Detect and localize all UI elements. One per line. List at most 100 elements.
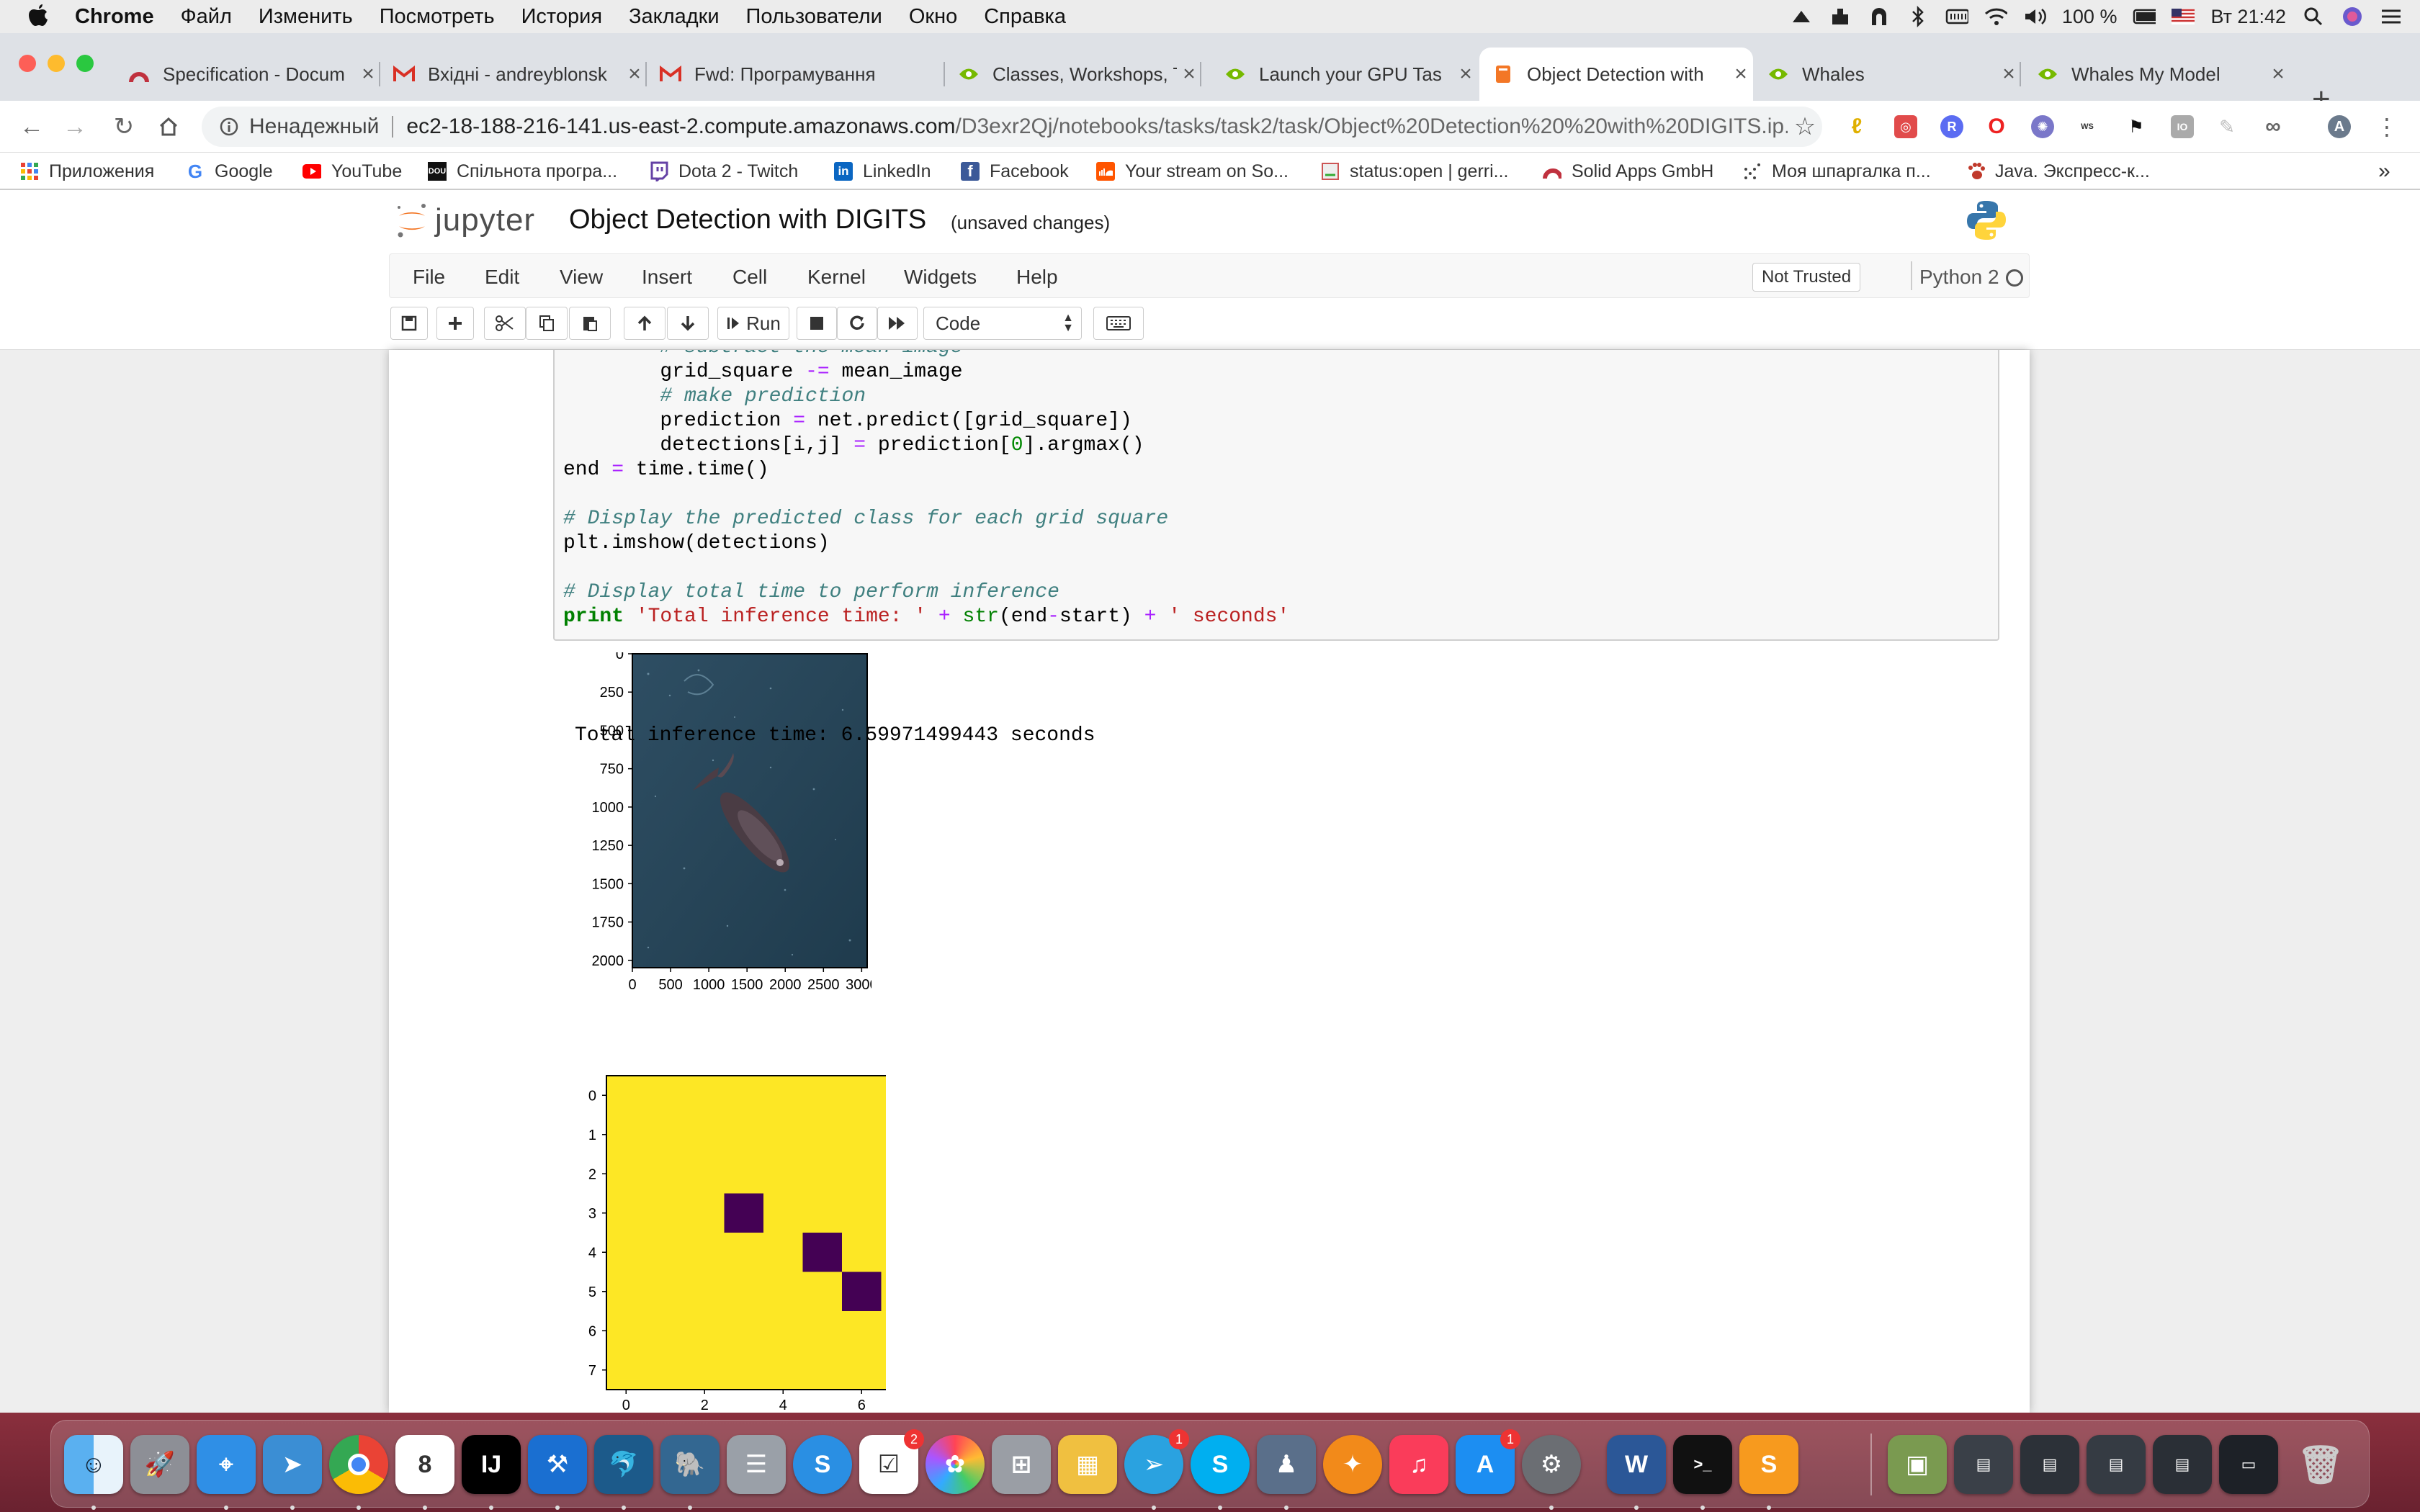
intellij-idea-icon[interactable]: IJ	[462, 1435, 521, 1494]
extension-lightning-icon[interactable]: ℓ	[1845, 114, 1868, 138]
kernel-name[interactable]: Python 2	[1919, 266, 1999, 289]
calendar-icon[interactable]: 8	[395, 1435, 454, 1494]
bookmark-soundcloud[interactable]: Your stream on So...	[1096, 160, 1289, 183]
finder-icon[interactable]: ☺	[64, 1435, 123, 1494]
extension-gray-icon[interactable]: IO	[2171, 115, 2194, 138]
url-text[interactable]: ec2-18-188-216-141.us-east-2.compute.ama…	[406, 114, 1788, 139]
tab-specification[interactable]: Specification - Docum ×	[115, 48, 380, 101]
keyboard-status-icon[interactable]	[1945, 6, 1968, 27]
tab-close-icon[interactable]: ×	[622, 62, 647, 86]
bookmark-java-express[interactable]: Java. Экспресс-к...	[1966, 160, 2150, 183]
tab-fwd-email[interactable]: Fwd: Програмування	[647, 48, 945, 101]
restart-run-all-icon[interactable]	[877, 307, 918, 340]
calculator-icon[interactable]: ⊞	[992, 1435, 1051, 1494]
jmenu-help[interactable]: Help	[1016, 266, 1058, 289]
not-trusted-button[interactable]: Not Trusted	[1752, 263, 1861, 292]
minimized-window-icon[interactable]: ▤	[2087, 1435, 2146, 1494]
creative-cloud-icon[interactable]	[1790, 6, 1813, 27]
us-flag-icon[interactable]	[2172, 6, 2195, 27]
tab-launch-gpu[interactable]: Launch your GPU Tas ×	[1211, 48, 1478, 101]
tab-classes-workshops[interactable]: Classes, Workshops, T ×	[945, 48, 1201, 101]
extension-checklist-icon[interactable]: ⚑	[2125, 115, 2148, 138]
jmenu-cell[interactable]: Cell	[732, 266, 767, 289]
jmenu-file[interactable]: File	[413, 266, 445, 289]
trash-icon[interactable]: 🗑	[2291, 1435, 2350, 1494]
automator-icon[interactable]: ♟	[1257, 1435, 1316, 1494]
menu-view[interactable]: Посмотреть	[380, 5, 495, 29]
save-icon[interactable]	[390, 307, 428, 340]
paste-icon[interactable]	[569, 307, 611, 340]
minimized-window-icon[interactable]: ▭	[2219, 1435, 2278, 1494]
move-down-arrow-icon[interactable]	[667, 307, 709, 340]
tab-close-icon[interactable]: ×	[1177, 62, 1201, 86]
microsoft-word-icon[interactable]: W	[1607, 1435, 1666, 1494]
tab-whales-my-model[interactable]: Whales My Model ×	[2024, 48, 2290, 101]
jmenu-edit[interactable]: Edit	[485, 266, 519, 289]
bookmark-google[interactable]: G Google	[186, 160, 273, 183]
bookmark-cheatsheet[interactable]: Моя шпаргалка п...	[1743, 160, 1931, 183]
extension-screenshot-icon[interactable]: ◎	[1894, 115, 1917, 138]
volume-icon[interactable]	[2023, 6, 2046, 27]
box-sync-icon[interactable]	[1829, 6, 1852, 27]
bookmark-solid-apps[interactable]: Solid Apps GmbH	[1543, 160, 1713, 183]
cut-icon[interactable]	[484, 307, 526, 340]
menu-file[interactable]: Файл	[181, 5, 232, 29]
preview-icon[interactable]: ▦	[1058, 1435, 1117, 1494]
database-icon[interactable]: ☰	[727, 1435, 786, 1494]
jmenu-kernel[interactable]: Kernel	[807, 266, 866, 289]
bookmark-twitch[interactable]: Dota 2 - Twitch	[650, 160, 798, 183]
terminal-icon[interactable]: >_	[1673, 1435, 1732, 1494]
menu-bookmarks[interactable]: Закладки	[629, 5, 720, 29]
itunes-icon[interactable]: ♫	[1389, 1435, 1448, 1494]
jmenu-view[interactable]: View	[560, 266, 603, 289]
extension-ws-client-icon[interactable]: WS	[2076, 115, 2099, 138]
battery-icon[interactable]	[2133, 6, 2156, 27]
restart-kernel-icon[interactable]	[837, 307, 877, 340]
tab-close-icon[interactable]: ×	[1996, 62, 2021, 86]
command-palette-keyboard-icon[interactable]	[1093, 307, 1144, 340]
extension-infinity-icon[interactable]: ∞	[2262, 114, 2285, 138]
minimized-window-icon[interactable]: ▤	[1954, 1435, 2013, 1494]
siri-icon[interactable]	[2341, 6, 2364, 27]
reload-icon[interactable]: ↻	[107, 109, 141, 144]
safari-icon[interactable]: ⌖	[197, 1435, 256, 1494]
jmenu-widgets[interactable]: Widgets	[904, 266, 977, 289]
copy-icon[interactable]	[526, 307, 568, 340]
mysql-workbench-icon[interactable]: 🐬	[594, 1435, 653, 1494]
forward-arrow-icon[interactable]: →	[58, 109, 92, 144]
window-maximize-button[interactable]	[76, 55, 94, 72]
move-up-arrow-icon[interactable]	[624, 307, 666, 340]
back-arrow-icon[interactable]: ←	[14, 109, 49, 144]
simplenote-icon[interactable]: S	[793, 1435, 852, 1494]
skype-icon[interactable]: S	[1191, 1435, 1250, 1494]
window-minimize-button[interactable]	[48, 55, 65, 72]
menu-window[interactable]: Окно	[909, 5, 957, 29]
app-store-icon[interactable]: A1	[1456, 1429, 1520, 1494]
bookmark-gerrit[interactable]: status:open | gerri...	[1321, 160, 1509, 183]
menu-help[interactable]: Справка	[984, 5, 1066, 29]
bookmark-youtube[interactable]: YouTube	[302, 160, 402, 183]
bookmark-facebook[interactable]: f Facebook	[961, 160, 1069, 183]
wifi-icon[interactable]	[1984, 6, 2007, 27]
site-info[interactable]: Ненадежный	[219, 114, 379, 139]
menu-edit[interactable]: Изменить	[259, 5, 353, 29]
bookmark-dou[interactable]: DOU Спільнота програ...	[428, 160, 617, 183]
minimized-window-icon[interactable]: ▤	[2020, 1435, 2079, 1494]
reminders-icon[interactable]: ☑ 2	[859, 1429, 924, 1494]
address-bar[interactable]: Ненадежный ec2-18-188-216-141.us-east-2.…	[202, 107, 1822, 147]
tab-object-detection[interactable]: Object Detection with ×	[1479, 48, 1753, 101]
extension-opera-icon[interactable]: O	[1985, 114, 2008, 138]
notification-center-icon[interactable]	[2380, 6, 2403, 27]
tab-close-icon[interactable]: ×	[1453, 62, 1478, 86]
xcode-icon[interactable]: ⚒	[528, 1435, 587, 1494]
menu-history[interactable]: История	[521, 5, 602, 29]
tab-close-icon[interactable]: ×	[356, 62, 380, 86]
extension-r-icon[interactable]: R	[1940, 115, 1963, 138]
jmenu-insert[interactable]: Insert	[642, 266, 692, 289]
launchpad-icon[interactable]: 🚀	[130, 1435, 189, 1494]
extension-feather-icon[interactable]: ✎	[2215, 115, 2238, 138]
cell-type-select[interactable]: Code ▲ ▼	[923, 307, 1082, 340]
code-text[interactable]: # subtract the mean image grid_square -=…	[563, 350, 1289, 629]
chrome-menu-icon[interactable]: ⋮	[2370, 109, 2404, 144]
spotlight-search-icon[interactable]	[2302, 6, 2325, 27]
